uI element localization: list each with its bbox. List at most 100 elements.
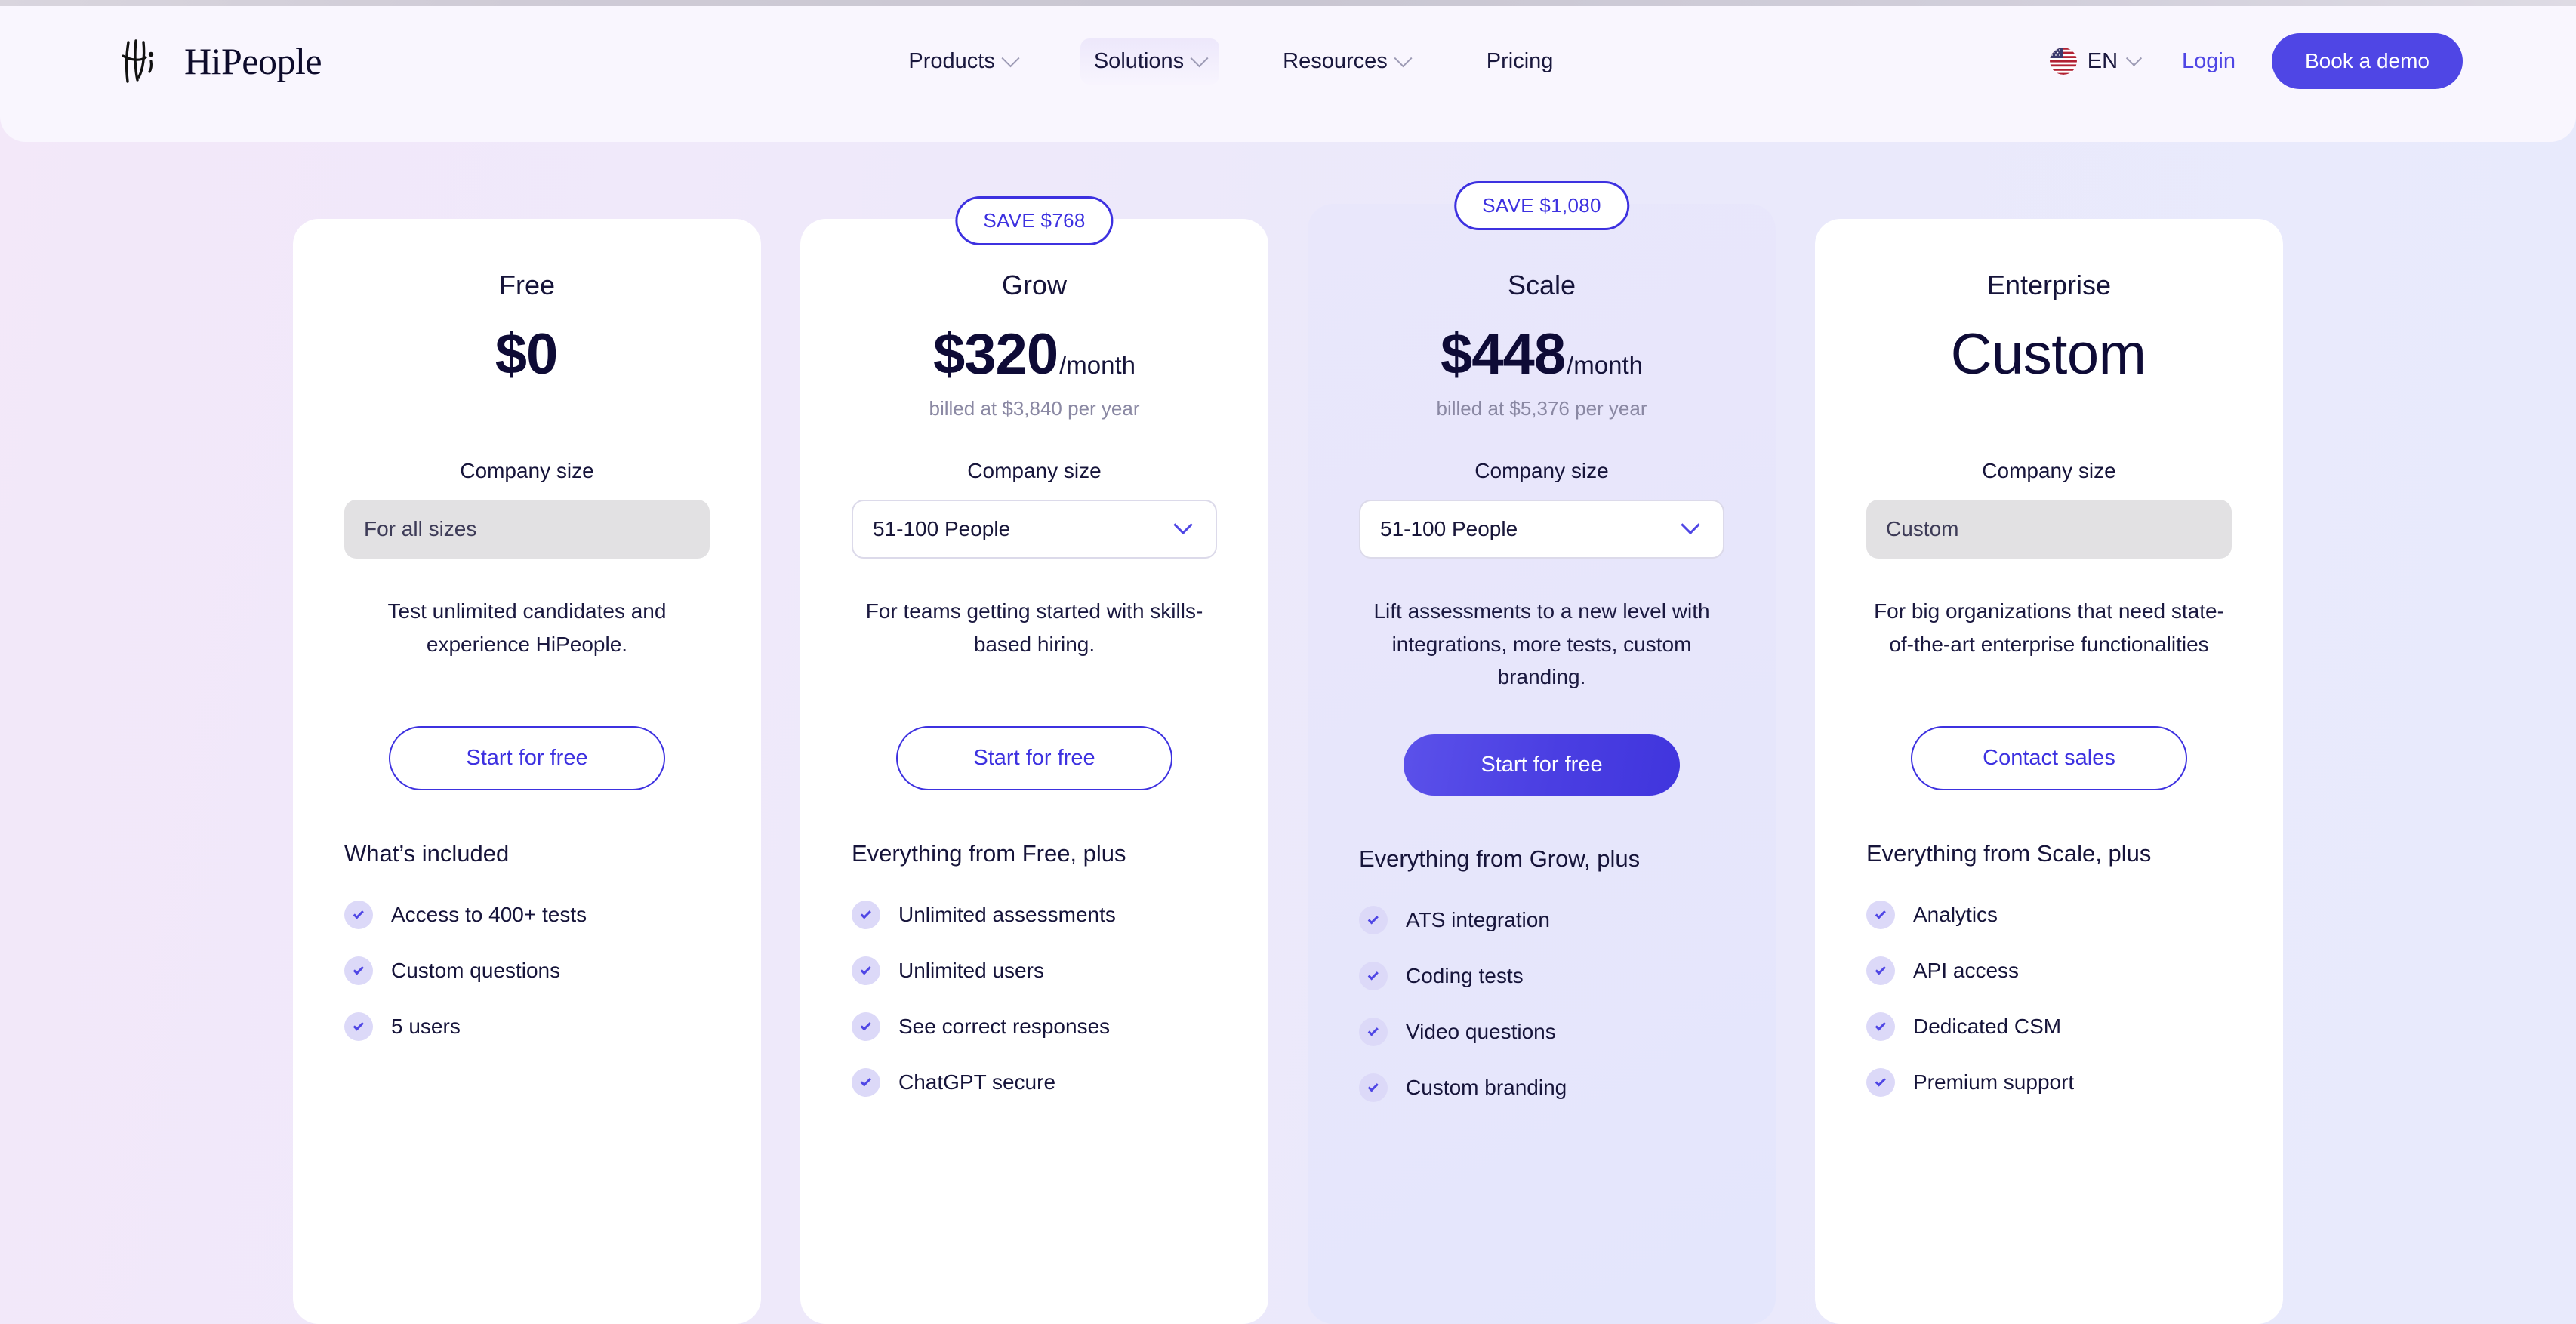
feature-label: Coding tests	[1406, 964, 1524, 988]
company-size-label: Company size	[460, 459, 594, 482]
logo-text: HiPeople	[184, 40, 322, 82]
check-icon	[344, 1012, 373, 1041]
list-item: Video questions	[1359, 1018, 1724, 1047]
check-icon	[1359, 1073, 1388, 1103]
chevron-down-icon	[1173, 515, 1193, 535]
price-amount: $320	[933, 322, 1058, 386]
login-link[interactable]: Login	[2182, 49, 2236, 74]
start-for-free-button[interactable]: Start for free	[896, 726, 1172, 790]
plan-description: For big organizations that need state-of…	[1874, 599, 2224, 656]
us-flag-icon	[2049, 48, 2077, 75]
plan-name: Scale	[1507, 269, 1576, 300]
feature-label: Analytics	[1913, 903, 1998, 926]
language-label: EN	[2087, 48, 2118, 73]
pricing-card-scale: SAVE $1,080 Scale $448 /month billed at …	[1308, 181, 1776, 1324]
feature-label: ChatGPT secure	[898, 1070, 1056, 1094]
check-icon	[1866, 956, 1895, 985]
plan-name: Enterprise	[1986, 269, 2112, 300]
company-size-label: Company size	[1474, 459, 1609, 482]
nav-label: Products	[908, 48, 995, 73]
price-amount: $0	[495, 322, 559, 386]
plan-description: For teams getting started with skills-ba…	[865, 599, 1203, 656]
list-item: Coding tests	[1359, 962, 1724, 991]
pricing-card-enterprise: Enterprise Custom Company size Custom Fo…	[1815, 219, 2283, 1324]
plan-price: $448 /month	[1359, 326, 1724, 383]
feature-list: Access to 400+ tests Custom questions 5 …	[344, 901, 710, 1041]
company-size-dropdown[interactable]: 51-100 People	[852, 500, 1217, 559]
feature-label: See correct responses	[898, 1015, 1111, 1038]
plan-name: Grow	[1001, 269, 1067, 300]
included-title: Everything from Grow, plus	[1359, 845, 1641, 873]
header-actions: EN Login Book a demo	[2049, 33, 2463, 89]
save-badge: SAVE $768	[955, 196, 1114, 245]
price-period: /month	[1059, 351, 1135, 379]
price-amount: Custom	[1950, 322, 2146, 386]
included-title: Everything from Scale, plus	[1866, 840, 2152, 867]
chevron-down-icon	[1394, 48, 1413, 67]
chevron-down-icon	[1681, 515, 1700, 535]
list-item: ChatGPT secure	[852, 1068, 1217, 1097]
plan-description: Lift assessments to a new level with int…	[1373, 599, 1710, 689]
check-icon	[852, 1012, 880, 1041]
feature-label: Access to 400+ tests	[391, 903, 587, 926]
list-item: See correct responses	[852, 1012, 1217, 1041]
pricing-cards: Free $0 Company size For all sizes Test …	[0, 181, 2576, 1324]
company-size-field: For all sizes	[344, 500, 710, 559]
check-icon	[1359, 1018, 1388, 1047]
list-item: Unlimited users	[852, 956, 1217, 985]
company-size-label: Company size	[1982, 459, 2116, 482]
start-for-free-button[interactable]: Start for free	[1404, 734, 1680, 796]
nav-item-products[interactable]: Products	[895, 38, 1030, 85]
start-for-free-button[interactable]: Start for free	[389, 726, 665, 790]
list-item: Custom questions	[344, 956, 710, 985]
check-icon	[1866, 1068, 1895, 1097]
nav-label: Solutions	[1093, 48, 1185, 73]
nav-label: Resources	[1283, 48, 1388, 73]
pricing-card-grow: SAVE $768 Grow $320 /month billed at $3,…	[800, 196, 1268, 1324]
list-item: Unlimited assessments	[852, 901, 1217, 929]
feature-label: Unlimited assessments	[898, 903, 1116, 926]
logo[interactable]: HiPeople	[121, 38, 322, 85]
plan-price: $0	[344, 326, 710, 383]
feature-list: Analytics API access Dedicated CSM Premi…	[1866, 901, 2232, 1097]
feature-list: ATS integration Coding tests Video quest…	[1359, 906, 1724, 1103]
list-item: Access to 400+ tests	[344, 901, 710, 929]
included-title: Everything from Free, plus	[852, 840, 1126, 867]
feature-label: Dedicated CSM	[1913, 1015, 2062, 1038]
plan-description: Test unlimited candidates and experience…	[387, 599, 667, 656]
contact-sales-button[interactable]: Contact sales	[1911, 726, 2187, 790]
chevron-down-icon	[1001, 48, 1020, 67]
company-size-field: Custom	[1866, 500, 2232, 559]
nav-item-pricing[interactable]: Pricing	[1473, 38, 1567, 85]
nav-item-resources[interactable]: Resources	[1269, 38, 1423, 85]
list-item: ATS integration	[1359, 906, 1724, 935]
plan-name: Free	[498, 269, 556, 300]
feature-label: ATS integration	[1406, 908, 1550, 932]
list-item: Custom branding	[1359, 1073, 1724, 1103]
site-header: HiPeople Products Solutions Resources Pr…	[0, 6, 2576, 142]
check-icon	[852, 956, 880, 985]
company-size-label: Company size	[967, 459, 1102, 482]
feature-label: Unlimited users	[898, 959, 1044, 982]
billed-note: billed at $5,376 per year	[1436, 397, 1647, 420]
nav-label: Pricing	[1486, 48, 1554, 73]
company-size-value: For all sizes	[364, 517, 477, 540]
plan-price: Custom	[1866, 326, 2232, 383]
check-icon	[344, 956, 373, 985]
check-icon	[344, 901, 373, 929]
book-demo-button[interactable]: Book a demo	[2272, 33, 2463, 89]
feature-label: 5 users	[391, 1015, 461, 1038]
plan-price: $320 /month	[852, 326, 1217, 383]
pricing-card-free: Free $0 Company size For all sizes Test …	[293, 219, 761, 1324]
hipeople-mark-icon	[122, 39, 154, 83]
nav-item-solutions[interactable]: Solutions	[1080, 38, 1220, 85]
check-icon	[852, 901, 880, 929]
company-size-value: 51-100 People	[1380, 517, 1518, 540]
check-icon	[1359, 962, 1388, 991]
list-item: Analytics	[1866, 901, 2232, 929]
language-selector[interactable]: EN	[2049, 48, 2143, 75]
main-nav: Products Solutions Resources Pricing	[412, 38, 2050, 85]
company-size-value: Custom	[1886, 517, 1959, 540]
list-item: 5 users	[344, 1012, 710, 1041]
company-size-dropdown[interactable]: 51-100 People	[1359, 500, 1724, 559]
